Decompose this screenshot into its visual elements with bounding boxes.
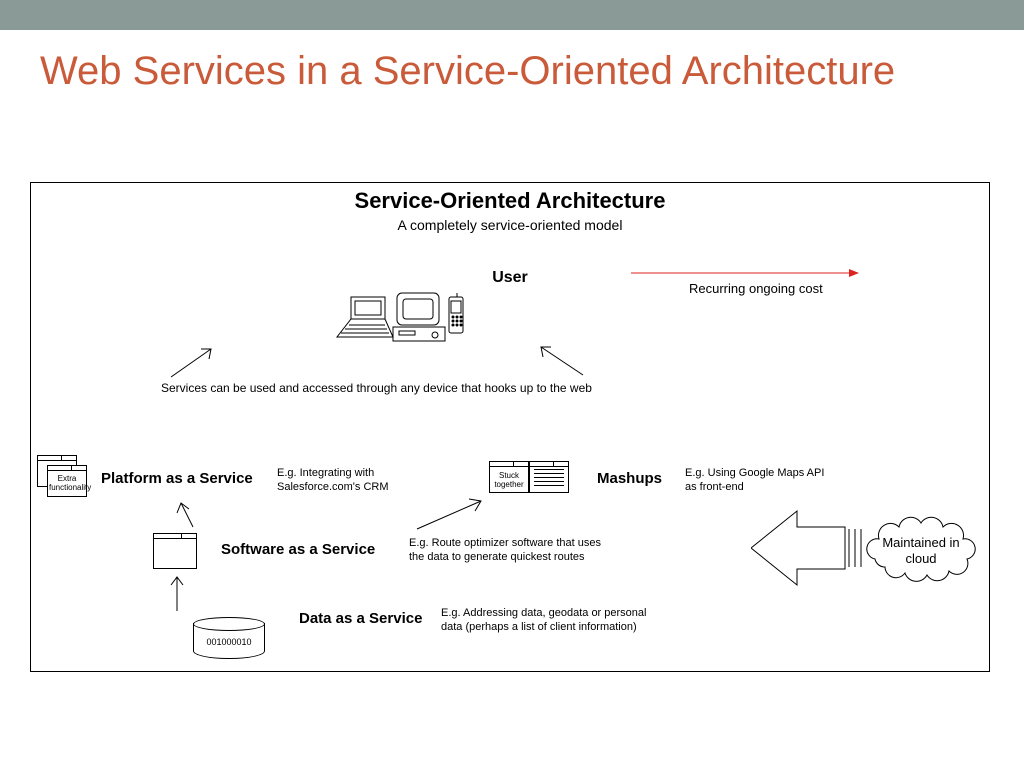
daas-example: E.g. Addressing data, geodata or persona… <box>441 607 661 635</box>
paas-title: Platform as a Service <box>101 470 253 487</box>
cloud-pipeline-arrow-icon <box>751 503 871 593</box>
mashups-badge: Stuck together <box>491 472 527 490</box>
arrow-mashups-to-user-icon <box>521 341 601 381</box>
recurring-cost-label: Recurring ongoing cost <box>689 281 823 296</box>
arrow-paas-to-user-icon <box>161 343 241 383</box>
mashup-window-back-icon: Stuck together <box>489 461 529 493</box>
arrow-saas-to-mashups-icon <box>409 495 499 535</box>
diagram-heading: Service-Oriented Architecture <box>31 188 989 214</box>
arrow-saas-to-paas-icon <box>175 495 215 535</box>
paas-badge: Extra functionality <box>49 475 85 493</box>
paas-example: E.g. Integrating with Salesforce.com's C… <box>277 467 407 495</box>
cloud-label: Maintained in cloud <box>879 535 963 566</box>
daas-title: Data as a Service <box>299 610 422 627</box>
daas-cylinder-icon: 001000010 <box>193 623 265 659</box>
devices-icon <box>331 289 481 349</box>
daas-cylinder-text: 001000010 <box>194 637 264 647</box>
saas-title: Software as a Service <box>221 541 375 558</box>
mashup-window-front-icon <box>529 461 569 493</box>
arrow-daas-to-saas-icon <box>167 571 187 617</box>
slide-title: Web Services in a Service-Oriented Archi… <box>40 48 1024 94</box>
devices-caption: Services can be used and accessed throug… <box>161 381 592 395</box>
saas-window-icon <box>153 533 197 569</box>
diagram-subheading: A completely service-oriented model <box>31 217 989 233</box>
top-accent-bar <box>0 0 1024 30</box>
recurring-cost-arrow-icon <box>631 267 861 279</box>
diagram-frame: Service-Oriented Architecture A complete… <box>30 182 990 672</box>
paas-window-front-icon: Extra functionality <box>47 465 87 497</box>
mashups-example: E.g. Using Google Maps API as front-end <box>685 467 825 495</box>
mashups-title: Mashups <box>597 470 662 487</box>
saas-example: E.g. Route optimizer software that uses … <box>409 537 619 565</box>
